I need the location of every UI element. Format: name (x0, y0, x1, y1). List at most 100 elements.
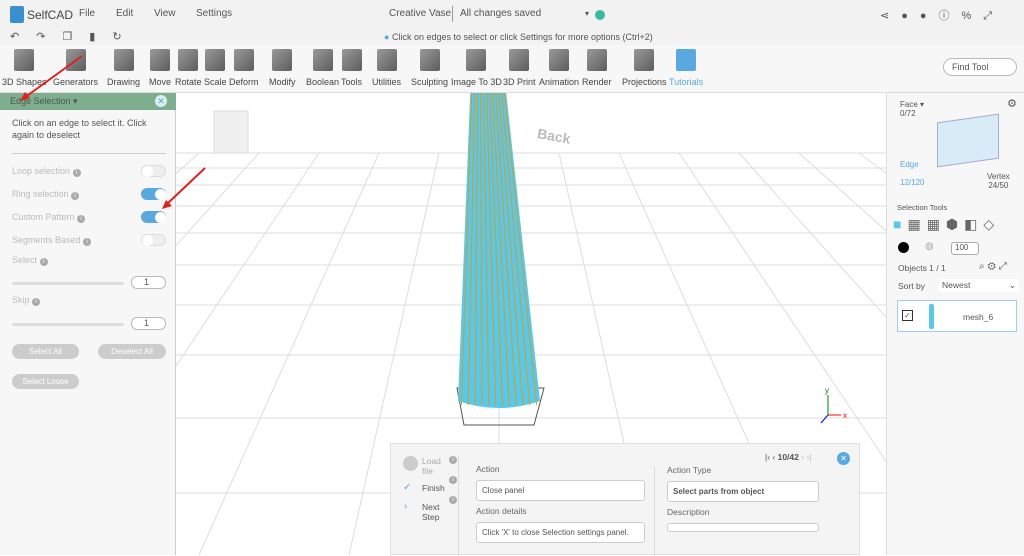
skip-label: Skip i (12, 295, 41, 306)
undo-redo-copy-delete-refresh-icons[interactable]: ↶↷❐▮↻ (10, 30, 139, 43)
opacity-stepper[interactable]: 100 (951, 242, 979, 255)
action-type-field[interactable]: Select parts from object (667, 481, 819, 502)
tool-deform[interactable]: Deform (229, 49, 259, 87)
object-thumbnail (929, 304, 934, 329)
tool-sculpting[interactable]: Sculpting (411, 49, 448, 87)
deselect-all-button[interactable]: Deselect All (98, 344, 166, 359)
tutorial-panel: Load file ✓ Finish › Next Step iii |‹ ‹ … (390, 443, 860, 556)
step-finish[interactable]: Finish (422, 483, 445, 493)
chevron-right-icon: › (404, 501, 408, 512)
tool-utilities[interactable]: Utilities (372, 49, 401, 87)
project-name[interactable]: Creative Vase (389, 8, 451, 19)
tool-drawing[interactable]: Drawing (107, 49, 140, 87)
tools-icon (341, 49, 362, 71)
utilities-icon (376, 49, 397, 71)
skip-slider[interactable] (12, 323, 124, 326)
select-slider[interactable] (12, 282, 124, 285)
modify-icon (272, 49, 293, 71)
option-toggle[interactable] (141, 234, 166, 246)
step-load-file[interactable]: Load file (422, 456, 444, 476)
option-label: Segments Based i (12, 235, 92, 246)
tool-3d-shapes[interactable]: 3D Shapes (2, 49, 47, 87)
tool-projections[interactable]: Projections (622, 49, 667, 87)
option-toggle[interactable] (141, 211, 166, 223)
info-icons[interactable]: iii (449, 456, 457, 516)
boolean-icon (312, 49, 333, 71)
tool-boolean[interactable]: Boolean (306, 49, 339, 87)
close-tutorial-icon[interactable]: ✕ (837, 452, 850, 465)
selection-tool-icons[interactable]: ■▦▦⬢◧◇ (893, 216, 1000, 233)
tool-tutorials[interactable]: Tutorials (669, 49, 703, 87)
svg-text:y: y (825, 386, 829, 395)
close-panel-icon[interactable]: ✕ (155, 95, 167, 107)
settings-gear-icon[interactable]: ⚙ (1007, 97, 1017, 110)
select-loose-button[interactable]: Select Loose (12, 374, 79, 389)
edge-mode[interactable]: Edge 12/120 (900, 160, 924, 187)
search-gear-expand-icons[interactable]: ⌕⚙⤢ (979, 261, 1010, 272)
action-field[interactable]: Close panel (476, 480, 645, 501)
skip-stepper[interactable]: 1 (131, 317, 166, 330)
color-swatch[interactable] (898, 242, 909, 253)
action-details-field[interactable]: Click 'X' to close Selection settings pa… (476, 522, 645, 543)
tool-render[interactable]: Render (582, 49, 612, 87)
tool-scale[interactable]: Scale (204, 49, 227, 87)
tool-image-to-3d[interactable]: Image To 3D (451, 49, 502, 87)
action-row: ↶↷❐▮↻ ● Click on edges to select or clic… (0, 30, 1024, 45)
tool-animation[interactable]: Animation (539, 49, 579, 87)
sort-by-label: Sort by (898, 281, 925, 291)
info-icon[interactable]: i (71, 192, 80, 200)
object-list-item[interactable]: ✓ mesh_6 (897, 300, 1017, 332)
menu-file[interactable]: File (79, 8, 95, 19)
select-all-button[interactable]: Select All (12, 344, 79, 359)
tool-tools[interactable]: Tools (341, 49, 362, 87)
find-tool-input[interactable]: Find Tool (943, 58, 1017, 76)
back-label: Back (536, 125, 572, 147)
tool-generators[interactable]: Generators (53, 49, 98, 87)
header-icons[interactable]: ⋖●●ⓘ%⤢ (880, 7, 1004, 23)
rotate-icon (178, 49, 199, 71)
selfcad-logo-icon (10, 6, 24, 23)
animation-icon (549, 49, 570, 71)
panel-description: Click on an edge to select it. Click aga… (12, 118, 147, 140)
option-label: Ring selection i (12, 189, 80, 200)
info-icon[interactable]: i (83, 238, 92, 246)
option-toggle[interactable] (141, 165, 166, 177)
description-field[interactable] (667, 523, 819, 532)
objects-count: Objects 1 / 1 (898, 263, 946, 273)
tool-move[interactable]: Move (149, 49, 171, 87)
selection-tools-label: Selection Tools (897, 203, 948, 212)
object-checkbox[interactable]: ✓ (902, 310, 913, 321)
3d-print-icon (509, 49, 530, 71)
select-label: Select i (12, 255, 48, 266)
step-pager[interactable]: |‹ ‹ 10/42 › ›| (765, 452, 811, 462)
menu-view[interactable]: View (154, 8, 176, 19)
step-next[interactable]: Next Step (422, 502, 447, 522)
info-icon[interactable]: i (77, 215, 86, 223)
texture-icon[interactable]: ◍ (925, 241, 934, 252)
check-icon: ✓ (403, 482, 412, 493)
action-type-label: Action Type (667, 465, 712, 475)
vertex-mode[interactable]: Vertex 24/50 (987, 172, 1010, 190)
selection-mode-cube[interactable] (937, 113, 999, 168)
top-bar: SelfCAD File Edit View Settings Creative… (0, 0, 1024, 30)
tutorials-icon (676, 49, 697, 71)
sort-select[interactable]: Newest ⌄ (939, 279, 1019, 292)
axis-gizmo-icon: xy (820, 386, 847, 424)
view-cube[interactable] (213, 110, 249, 154)
projections-icon (634, 49, 655, 71)
hint-text: ● Click on edges to select or click Sett… (384, 32, 653, 42)
info-icon[interactable]: i (72, 169, 81, 177)
drawing-icon (113, 49, 134, 71)
action-details-label: Action details (476, 506, 527, 516)
save-status: All changes saved (460, 8, 542, 19)
menu-settings[interactable]: Settings (196, 8, 232, 19)
face-mode[interactable]: Face ▾ 0/72 (900, 100, 924, 118)
menu-edit[interactable]: Edit (116, 8, 133, 19)
tool-modify[interactable]: Modify (269, 49, 296, 87)
tool-3d-print[interactable]: 3D Print (503, 49, 536, 87)
option-label: Loop selection i (12, 166, 81, 177)
tool-rotate[interactable]: Rotate (175, 49, 202, 87)
select-stepper[interactable]: 1 (131, 276, 166, 289)
option-toggle[interactable] (141, 188, 166, 200)
svg-text:x: x (843, 411, 847, 420)
